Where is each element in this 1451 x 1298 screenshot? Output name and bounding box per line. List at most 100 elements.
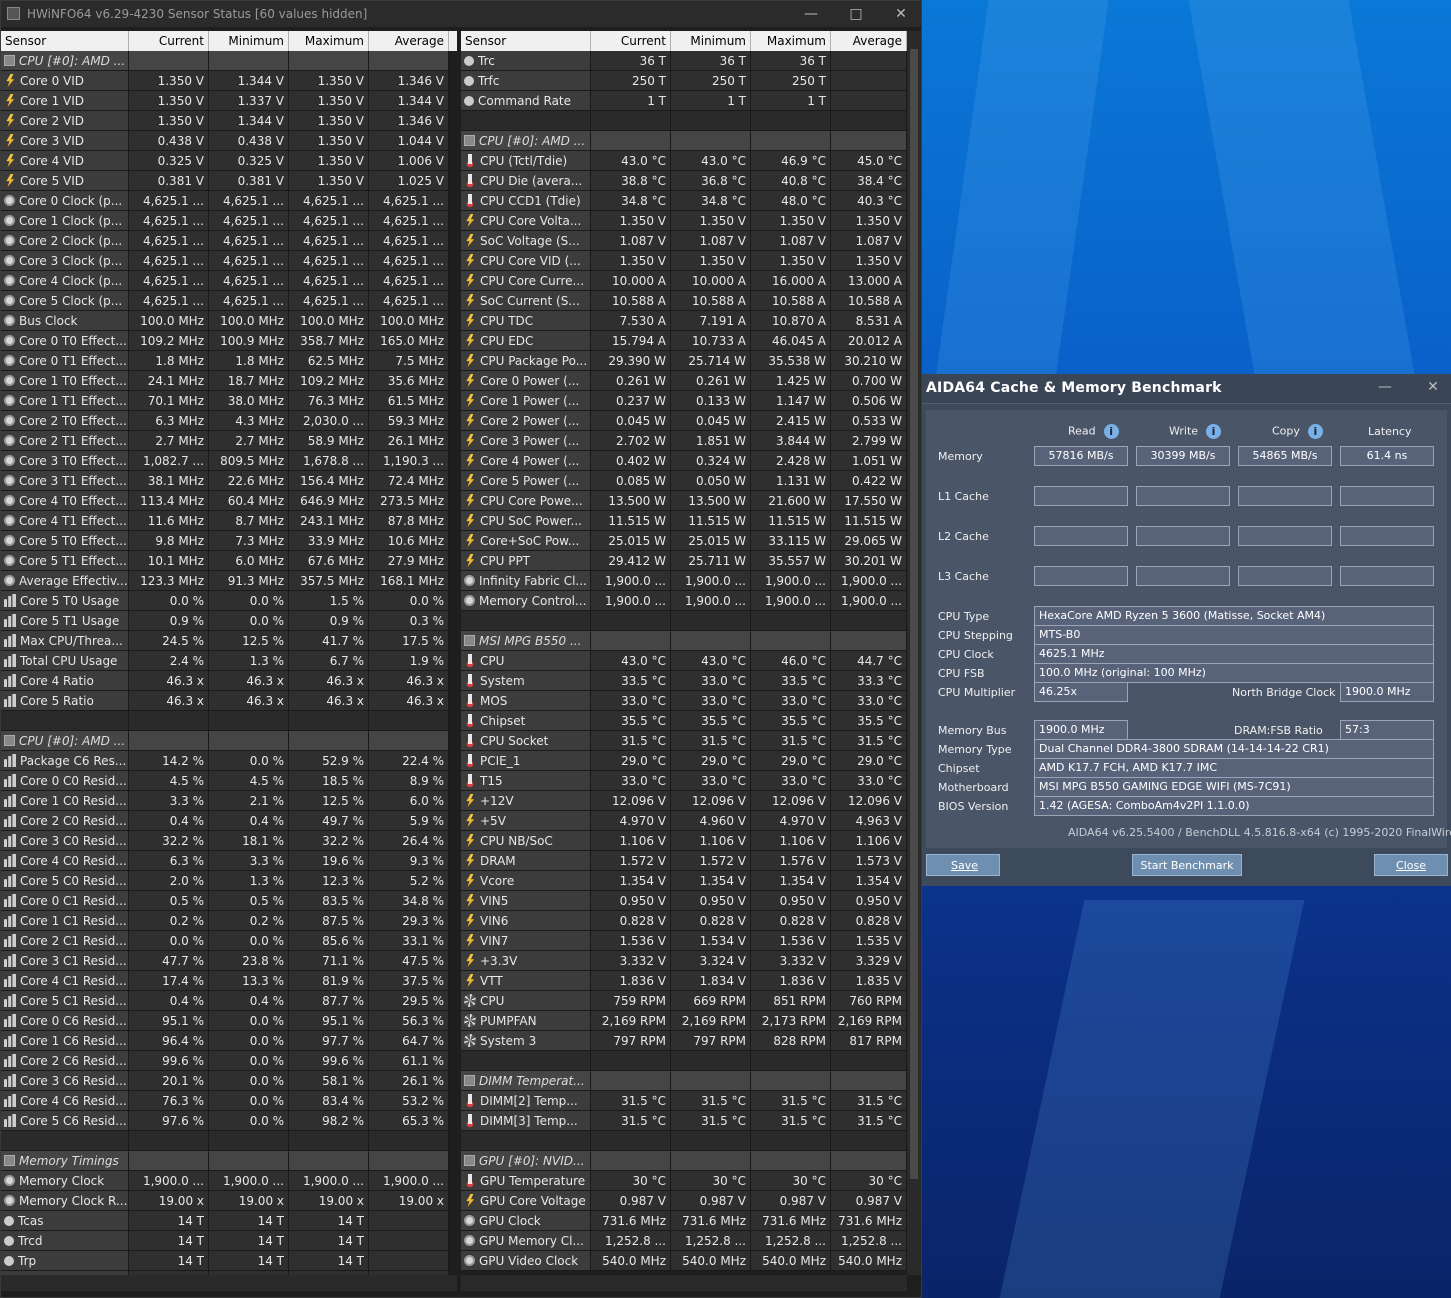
- sensor-row[interactable]: PUMPFAN 2,169 RPM 2,169 RPM 2,173 RPM 2,169 …: [461, 1011, 907, 1031]
- sensor-row[interactable]: Core 4 T1 Effect... 11.6 MHz 8.7 MHz 243.1 …: [1, 511, 457, 531]
- maximize-button[interactable]: □: [833, 1, 879, 27]
- sensor-row[interactable]: CPU Die (avera... 38.8 °C 36.8 °C 40.8 °C 38…: [461, 171, 907, 191]
- sensor-row[interactable]: CPU Core Powe... 13.500 W 13.500 W 21.600 W…: [461, 491, 907, 511]
- sensor-row[interactable]: Core 5 Ratio 46.3 x 46.3 x 46.3 x 46.3 x: [1, 691, 457, 711]
- sensor-row[interactable]: Core 0 Clock (p... 4,625.1 ... 4,625.1 ...…: [1, 191, 457, 211]
- sensor-row[interactable]: Core 0 C6 Resid... 95.1 % 0.0 % 95.1 % 56.3 …: [1, 1011, 457, 1031]
- sensor-row[interactable]: Core 2 T1 Effect... 2.7 MHz 2.7 MHz 58.9 MH…: [1, 431, 457, 451]
- column-header-minimum[interactable]: Minimum: [209, 31, 289, 51]
- sensor-row[interactable]: Infinity Fabric Cl... 1,900.0 ... 1,900.0 …: [461, 571, 907, 591]
- close-button[interactable]: ✕: [878, 1, 924, 27]
- close-dialog-button[interactable]: Close: [1374, 854, 1448, 876]
- sensor-row[interactable]: DRAM 1.572 V 1.572 V 1.576 V 1.573 V: [461, 851, 907, 871]
- sensor-row[interactable]: Core 1 Clock (p... 4,625.1 ... 4,625.1 ...…: [1, 211, 457, 231]
- spacer-row[interactable]: [461, 611, 907, 631]
- vertical-scrollbar[interactable]: [907, 31, 921, 1275]
- sensor-row[interactable]: Core 1 C6 Resid... 96.4 % 0.0 % 97.7 % 64.7 …: [1, 1031, 457, 1051]
- sensor-row[interactable]: Core 5 T1 Usage 0.9 % 0.0 % 0.9 % 0.3 %: [1, 611, 457, 631]
- info-icon[interactable]: i: [1103, 424, 1119, 439]
- sensor-row[interactable]: Core 4 C6 Resid... 76.3 % 0.0 % 83.4 % 53.2 …: [1, 1091, 457, 1111]
- sensor-row[interactable]: Core 5 C1 Resid... 0.4 % 0.4 % 87.7 % 29.5 %: [1, 991, 457, 1011]
- sensor-row[interactable]: Core 5 C0 Resid... 2.0 % 1.3 % 12.3 % 5.2 %: [1, 871, 457, 891]
- sensor-row[interactable]: Core 4 Clock (p... 4,625.1 ... 4,625.1 ...…: [1, 271, 457, 291]
- sensor-group-row[interactable]: Memory Timings: [1, 1151, 457, 1171]
- sensor-row[interactable]: GPU Clock 731.6 MHz 731.6 MHz 731.6 MHz 731.…: [461, 1211, 907, 1231]
- sensor-group-row[interactable]: CPU [#0]: AMD ...: [1, 51, 457, 71]
- sensor-list-left[interactable]: CPU [#0]: AMD ... Core 0 VID 1.350 V 1.344 …: [1, 51, 457, 1291]
- sensor-row[interactable]: Core 0 VID 1.350 V 1.344 V 1.350 V 1.346 V: [1, 71, 457, 91]
- sensor-group-row[interactable]: CPU [#0]: AMD ...: [461, 131, 907, 151]
- sensor-row[interactable]: Core 2 Clock (p... 4,625.1 ... 4,625.1 ...…: [1, 231, 457, 251]
- sensor-row[interactable]: +12V 12.096 V 12.096 V 12.096 V 12.096 V: [461, 791, 907, 811]
- sensor-row[interactable]: Core 4 T0 Effect... 113.4 MHz 60.4 MHz 646.…: [1, 491, 457, 511]
- sensor-row[interactable]: Trfc 250 T 250 T 250 T: [461, 71, 907, 91]
- sensor-row[interactable]: CPU 43.0 °C 43.0 °C 46.0 °C 44.7 °C: [461, 651, 907, 671]
- sensor-row[interactable]: GPU Video Clock 540.0 MHz 540.0 MHz 540.0 M…: [461, 1251, 907, 1271]
- sensor-row[interactable]: CPU NB/SoC 1.106 V 1.106 V 1.106 V 1.106 V: [461, 831, 907, 851]
- sensor-row[interactable]: +5V 4.970 V 4.960 V 4.970 V 4.963 V: [461, 811, 907, 831]
- sensor-row[interactable]: Max CPU/Threa... 24.5 % 12.5 % 41.7 % 17.5 %: [1, 631, 457, 651]
- sensor-row[interactable]: Core 2 Power (... 0.045 W 0.045 W 2.415 W 0.…: [461, 411, 907, 431]
- sensor-row[interactable]: CPU (Tctl/Tdie) 43.0 °C 43.0 °C 46.9 °C 45.0…: [461, 151, 907, 171]
- scrollbar-thumb[interactable]: [910, 49, 918, 1179]
- sensor-row[interactable]: Core 2 T0 Effect... 6.3 MHz 4.3 MHz 2,030.0…: [1, 411, 457, 431]
- sensor-row[interactable]: Core 3 Clock (p... 4,625.1 ... 4,625.1 ...…: [1, 251, 457, 271]
- spacer-row[interactable]: [1, 711, 457, 731]
- sensor-list-right[interactable]: Trc 36 T 36 T 36 T Trfc 250 T 250 T 250 T Comman…: [461, 51, 907, 1271]
- sensor-row[interactable]: Core 3 C0 Resid... 32.2 % 18.1 % 32.2 % 26.4…: [1, 831, 457, 851]
- spacer-row[interactable]: [1, 1131, 457, 1151]
- spacer-row[interactable]: [461, 111, 907, 131]
- minimize-button[interactable]: —: [1362, 374, 1408, 400]
- sensor-row[interactable]: VTT 1.836 V 1.834 V 1.836 V 1.835 V: [461, 971, 907, 991]
- sensor-row[interactable]: Core 5 C6 Resid... 97.6 % 0.0 % 98.2 % 65.3 …: [1, 1111, 457, 1131]
- sensor-row[interactable]: Core 4 C1 Resid... 17.4 % 13.3 % 81.9 % 37.5…: [1, 971, 457, 991]
- column-header-average[interactable]: Average: [369, 31, 449, 51]
- sensor-row[interactable]: CPU Socket 31.5 °C 31.5 °C 31.5 °C 31.5 °C: [461, 731, 907, 751]
- sensor-row[interactable]: Core 5 T0 Effect... 9.8 MHz 7.3 MHz 33.9 MH…: [1, 531, 457, 551]
- sensor-row[interactable]: Core 4 Power (... 0.402 W 0.324 W 2.428 W 1.…: [461, 451, 907, 471]
- sensor-row[interactable]: CPU TDC 7.530 A 7.191 A 10.870 A 8.531 A: [461, 311, 907, 331]
- column-header-current[interactable]: Current: [129, 31, 209, 51]
- sensor-row[interactable]: VIN7 1.536 V 1.534 V 1.536 V 1.535 V: [461, 931, 907, 951]
- spacer-row[interactable]: [461, 1131, 907, 1151]
- sensor-group-row[interactable]: MSI MPG B550 ...: [461, 631, 907, 651]
- sensor-row[interactable]: DIMM[2] Temp... 31.5 °C 31.5 °C 31.5 °C 31.5…: [461, 1091, 907, 1111]
- sensor-row[interactable]: Core 0 C0 Resid... 4.5 % 4.5 % 18.5 % 8.9 %: [1, 771, 457, 791]
- sensor-row[interactable]: Core 2 VID 1.350 V 1.344 V 1.350 V 1.346 V: [1, 111, 457, 131]
- sensor-row[interactable]: Package C6 Res... 14.2 % 0.0 % 52.9 % 22.4 %: [1, 751, 457, 771]
- sensor-row[interactable]: Core 1 Power (... 0.237 W 0.133 W 1.147 W 0.…: [461, 391, 907, 411]
- sensor-row[interactable]: CPU Core Volta... 1.350 V 1.350 V 1.350 V 1.…: [461, 211, 907, 231]
- sensor-row[interactable]: GPU Temperature 30 °C 30 °C 30 °C 30 °C: [461, 1171, 907, 1191]
- sensor-row[interactable]: Tcas 14 T 14 T 14 T: [1, 1211, 457, 1231]
- sensor-row[interactable]: GPU Memory Cl... 1,252.8 ... 1,252.8 ... 1,…: [461, 1231, 907, 1251]
- sensor-row[interactable]: Core 1 C0 Resid... 3.3 % 2.1 % 12.5 % 6.0 %: [1, 791, 457, 811]
- sensor-row[interactable]: Core 3 C1 Resid... 47.7 % 23.8 % 71.1 % 47.5…: [1, 951, 457, 971]
- sensor-row[interactable]: CPU Core VID (... 1.350 V 1.350 V 1.350 V 1.…: [461, 251, 907, 271]
- sensor-row[interactable]: VIN5 0.950 V 0.950 V 0.950 V 0.950 V: [461, 891, 907, 911]
- sensor-row[interactable]: Core 3 C6 Resid... 20.1 % 0.0 % 58.1 % 26.1 …: [1, 1071, 457, 1091]
- sensor-row[interactable]: Core 3 T0 Effect... 1,082.7 ... 809.5 MHz 1…: [1, 451, 457, 471]
- sensor-row[interactable]: Average Effectiv... 123.3 MHz 91.3 MHz 357.…: [1, 571, 457, 591]
- sensor-row[interactable]: Core 1 C1 Resid... 0.2 % 0.2 % 87.5 % 29.3 %: [1, 911, 457, 931]
- sensor-row[interactable]: SoC Current (S... 10.588 A 10.588 A 10.588 …: [461, 291, 907, 311]
- sensor-group-row[interactable]: DIMM Temperat...: [461, 1071, 907, 1091]
- sensor-row[interactable]: Core 5 VID 0.381 V 0.381 V 1.350 V 1.025 V: [1, 171, 457, 191]
- column-header-sensor[interactable]: Sensor: [1, 31, 129, 51]
- sensor-row[interactable]: Core 2 C6 Resid... 99.6 % 0.0 % 99.6 % 61.1 …: [1, 1051, 457, 1071]
- sensor-row[interactable]: CPU PPT 29.412 W 25.711 W 35.557 W 30.201 W: [461, 551, 907, 571]
- sensor-row[interactable]: Memory Clock R... 19.00 x 19.00 x 19.00 x 19…: [1, 1191, 457, 1211]
- sensor-row[interactable]: Command Rate 1 T1 T1 T: [461, 91, 907, 111]
- sensor-row[interactable]: Core 2 C0 Resid... 0.4 % 0.4 % 49.7 % 5.9 %: [1, 811, 457, 831]
- close-button[interactable]: ✕: [1410, 374, 1451, 400]
- sensor-row[interactable]: Core 5 Power (... 0.085 W 0.050 W 1.131 W 0.…: [461, 471, 907, 491]
- sensor-row[interactable]: Trcd 14 T 14 T 14 T: [1, 1231, 457, 1251]
- sensor-row[interactable]: Trp 14 T 14 T 14 T: [1, 1251, 457, 1271]
- sensor-row[interactable]: Memory Clock 1,900.0 ... 1,900.0 ... 1,900.…: [1, 1171, 457, 1191]
- sensor-row[interactable]: Bus Clock 100.0 MHz 100.0 MHz 100.0 MHz 100.…: [1, 311, 457, 331]
- start-benchmark-button[interactable]: Start Benchmark: [1132, 854, 1242, 876]
- sensor-row[interactable]: CPU CCD1 (Tdie) 34.8 °C 34.8 °C 48.0 °C 40.3…: [461, 191, 907, 211]
- sensor-row[interactable]: Trc 36 T 36 T 36 T: [461, 51, 907, 71]
- sensor-row[interactable]: Memory Control... 1,900.0 ... 1,900.0 ... 1…: [461, 591, 907, 611]
- info-icon[interactable]: i: [1206, 424, 1222, 439]
- sensor-row[interactable]: Core+SoC Pow... 25.015 W 25.015 W 33.115 W2…: [461, 531, 907, 551]
